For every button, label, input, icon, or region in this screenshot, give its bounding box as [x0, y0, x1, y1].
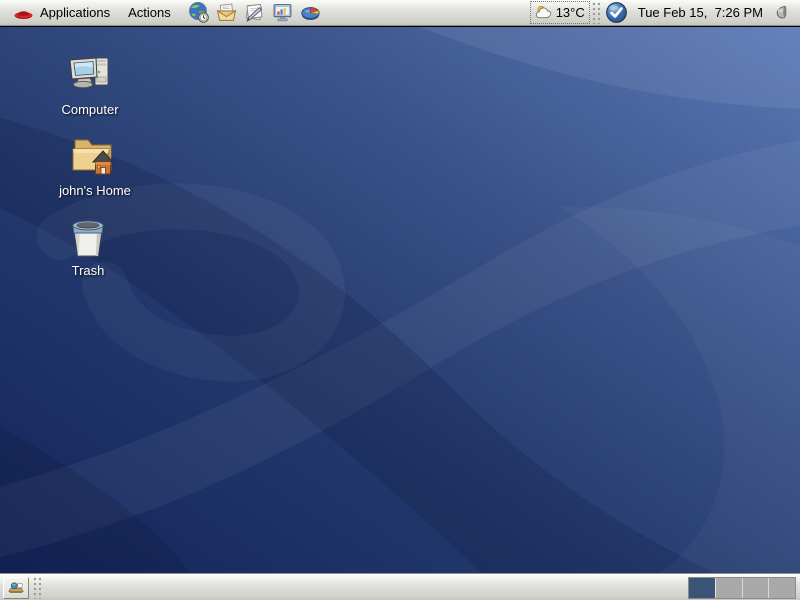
desktop-icon-label: Trash — [72, 263, 105, 278]
home-folder-icon — [70, 132, 120, 180]
top-panel: Applications Actions — [0, 0, 800, 26]
computer-icon — [66, 51, 114, 99]
workspace-4[interactable] — [769, 578, 795, 598]
launcher-bar — [186, 0, 323, 25]
desktop-icon-label: john's Home — [59, 183, 131, 198]
partly-cloudy-icon — [535, 4, 554, 21]
volume-applet[interactable] — [770, 3, 795, 22]
actions-menu[interactable]: Actions — [119, 1, 180, 25]
bottom-panel — [0, 574, 800, 600]
email-launcher[interactable] — [214, 0, 239, 25]
show-desktop-icon — [7, 580, 25, 596]
gnome-desktop-screen: Applications Actions — [0, 0, 800, 600]
workspace-2[interactable] — [716, 578, 743, 598]
weather-temperature: 13°C — [556, 5, 585, 20]
desktop-icon-label: Computer — [61, 102, 118, 117]
envelope-icon — [215, 1, 238, 24]
word-processor-launcher[interactable] — [242, 0, 267, 25]
update-notifier-applet[interactable] — [602, 1, 631, 24]
workspace-switcher — [688, 577, 796, 599]
weather-applet[interactable]: 13°C — [530, 1, 590, 24]
desktop-background[interactable]: Computer john's Home — [0, 27, 800, 573]
screen-chart-icon — [271, 1, 294, 24]
speaker-icon — [772, 3, 791, 22]
redhat-fedora-icon — [14, 6, 33, 20]
show-desktop-button[interactable] — [3, 577, 29, 599]
update-ok-check-icon — [605, 1, 628, 24]
web-browser-launcher[interactable] — [186, 0, 211, 25]
clock-text: Tue Feb 15, 7:26 PM — [638, 5, 763, 20]
desktop-icon-computer[interactable]: Computer — [42, 51, 138, 117]
chart-launcher[interactable] — [298, 0, 323, 25]
globe-clock-icon — [187, 1, 210, 24]
desktop-icon-trash[interactable]: Trash — [40, 214, 136, 278]
workspace-1[interactable] — [689, 578, 716, 598]
presentation-launcher[interactable] — [270, 0, 295, 25]
actions-menu-label: Actions — [128, 5, 171, 20]
applications-menu-label: Applications — [40, 5, 110, 20]
clock-applet[interactable]: Tue Feb 15, 7:26 PM — [631, 5, 770, 20]
pen-paper-icon — [243, 1, 266, 24]
applications-menu[interactable]: Applications — [5, 1, 119, 25]
workspace-3[interactable] — [743, 578, 770, 598]
desktop-icon-home[interactable]: john's Home — [47, 132, 143, 198]
window-list-drag-handle[interactable] — [33, 577, 41, 599]
trash-icon — [64, 214, 112, 260]
applet-drag-handle[interactable] — [592, 2, 600, 24]
pie-chart-icon — [299, 1, 322, 24]
